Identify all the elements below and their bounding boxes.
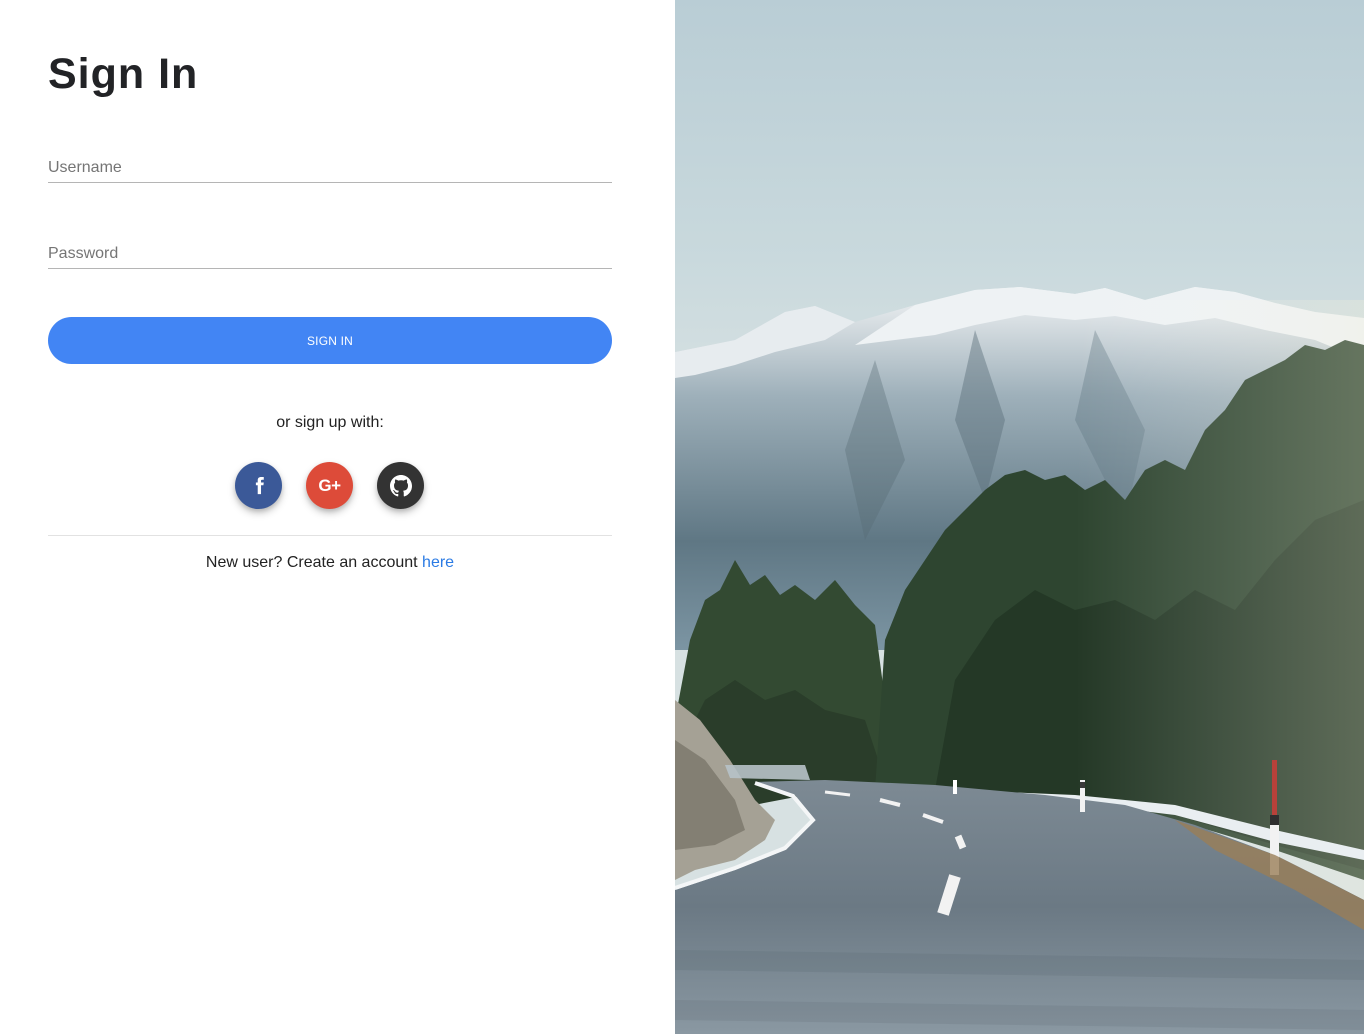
username-field: [48, 153, 612, 183]
hero-image: [675, 0, 1364, 1034]
github-icon: [389, 474, 412, 496]
password-input[interactable]: [48, 239, 612, 268]
social-buttons: G+: [235, 462, 424, 509]
page-title: Sign In: [48, 50, 199, 98]
social-signup-label: or sign up with:: [276, 414, 384, 431]
google-plus-button[interactable]: G+: [306, 462, 353, 509]
facebook-button[interactable]: [235, 462, 282, 509]
facebook-icon: [255, 476, 264, 494]
mountain-road-landscape: [675, 0, 1364, 1034]
signin-page: Sign In SIGN IN or sign up with: G+: [0, 0, 1364, 1034]
divider: [48, 535, 612, 536]
create-account-link[interactable]: here: [422, 554, 454, 571]
new-user-prompt: New user? Create an account here: [48, 552, 612, 574]
google-plus-icon: G+: [318, 475, 341, 495]
signin-panel: Sign In SIGN IN or sign up with: G+: [0, 0, 675, 1034]
username-input[interactable]: [48, 153, 612, 182]
github-button[interactable]: [377, 462, 424, 509]
sign-in-button[interactable]: SIGN IN: [48, 317, 612, 364]
new-user-text: New user? Create an account: [205, 554, 423, 571]
password-field: [48, 239, 612, 269]
